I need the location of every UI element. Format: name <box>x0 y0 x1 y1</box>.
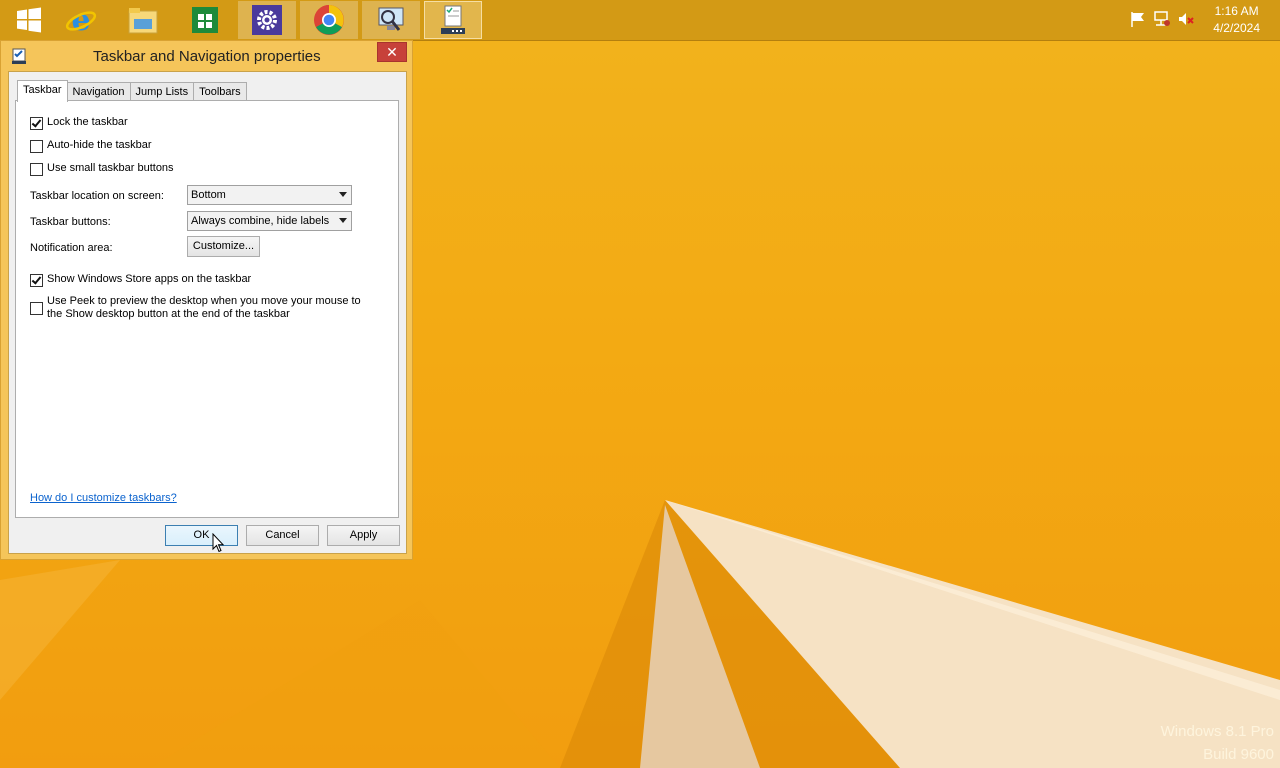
chevron-down-icon <box>339 192 347 197</box>
window-title: Taskbar and Navigation properties <box>93 48 321 65</box>
location-select[interactable]: Bottom <box>187 185 352 205</box>
network-icon[interactable] <box>1153 10 1171 28</box>
magnifier-computer-icon <box>378 7 404 31</box>
taskbar-properties-icon <box>441 5 465 34</box>
windows-watermark: Windows 8.1 Pro Build 9600 <box>1161 720 1274 766</box>
notification-area-label: Notification area: <box>30 242 113 254</box>
clock-time: 1:16 AM <box>1214 4 1259 18</box>
file-explorer-button[interactable] <box>114 1 172 39</box>
autohide-checkbox[interactable] <box>30 140 43 153</box>
autohide-label: Auto-hide the taskbar <box>47 139 152 151</box>
taskbar-buttons-value: Always combine, hide labels <box>191 215 330 227</box>
store-apps-checkbox[interactable] <box>30 274 43 287</box>
chrome-icon <box>314 5 344 35</box>
ok-button[interactable]: OK <box>165 525 238 546</box>
close-button[interactable]: ✕ <box>377 42 407 62</box>
taskbar-buttons-label: Taskbar buttons: <box>30 216 111 228</box>
search-computer-button[interactable] <box>362 1 420 39</box>
peek-checkbox[interactable] <box>30 302 43 315</box>
peek-option[interactable]: Use Peek to preview the desktop when you… <box>30 295 370 321</box>
clock-date: 4/2/2024 <box>1213 21 1260 35</box>
chevron-down-icon <box>339 218 347 223</box>
location-value: Bottom <box>191 189 226 201</box>
folder-icon <box>128 8 158 34</box>
taskbar-tab-panel: Lock the taskbar Auto-hide the taskbar U… <box>15 100 399 518</box>
store-button[interactable] <box>176 1 234 39</box>
small-buttons-checkbox[interactable] <box>30 163 43 176</box>
taskbar-properties-button[interactable] <box>424 1 482 39</box>
apply-button[interactable]: Apply <box>327 525 400 546</box>
store-apps-label: Show Windows Store apps on the taskbar <box>47 273 252 285</box>
internet-explorer-button[interactable]: e <box>52 1 110 39</box>
tab-jump-lists[interactable]: Jump Lists <box>129 82 195 101</box>
tab-taskbar[interactable]: Taskbar <box>17 80 68 102</box>
peek-label: Use Peek to preview the desktop when you… <box>47 295 361 320</box>
taskbar: e 1:16 AM 4/2/2024 <box>0 0 1280 41</box>
cancel-button[interactable]: Cancel <box>246 525 319 546</box>
lock-taskbar-checkbox[interactable] <box>30 117 43 130</box>
lock-taskbar-option[interactable]: Lock the taskbar <box>30 116 128 130</box>
system-clock[interactable]: 1:16 AM 4/2/2024 <box>1213 3 1260 37</box>
flag-icon[interactable] <box>1129 10 1147 28</box>
small-buttons-label: Use small taskbar buttons <box>47 162 174 174</box>
lock-taskbar-label: Lock the taskbar <box>47 116 128 128</box>
store-icon <box>192 7 218 33</box>
mouse-cursor-icon <box>212 533 224 553</box>
location-label: Taskbar location on screen: <box>30 190 164 202</box>
title-bar[interactable]: Taskbar and Navigation properties ✕ <box>1 41 412 71</box>
windows-logo-icon <box>17 7 41 33</box>
gear-icon <box>252 5 282 35</box>
taskbar-properties-dialog: Taskbar and Navigation properties ✕ Task… <box>0 40 413 560</box>
speaker-muted-icon[interactable] <box>1177 10 1195 28</box>
autohide-option[interactable]: Auto-hide the taskbar <box>30 139 152 153</box>
customize-button[interactable]: Customize... <box>187 236 260 257</box>
taskbar-properties-icon <box>12 48 26 64</box>
svg-text:e: e <box>71 4 90 36</box>
ie-icon: e <box>65 4 97 36</box>
store-apps-option[interactable]: Show Windows Store apps on the taskbar <box>30 273 251 287</box>
tab-strip: Taskbar Navigation Jump Lists Toolbars <box>17 80 247 102</box>
start-button[interactable] <box>0 1 58 39</box>
small-buttons-option[interactable]: Use small taskbar buttons <box>30 162 174 176</box>
tab-navigation[interactable]: Navigation <box>66 82 131 101</box>
taskbar-buttons-select[interactable]: Always combine, hide labels <box>187 211 352 231</box>
help-link[interactable]: How do I customize taskbars? <box>30 492 177 504</box>
watermark-edition: Windows 8.1 Pro <box>1160 723 1274 740</box>
watermark-build: Build 9600 <box>1203 746 1274 763</box>
chrome-button[interactable] <box>300 1 358 39</box>
tab-toolbars[interactable]: Toolbars <box>193 82 247 101</box>
settings-button[interactable] <box>238 1 296 39</box>
dialog-body: Taskbar Navigation Jump Lists Toolbars L… <box>8 71 407 554</box>
